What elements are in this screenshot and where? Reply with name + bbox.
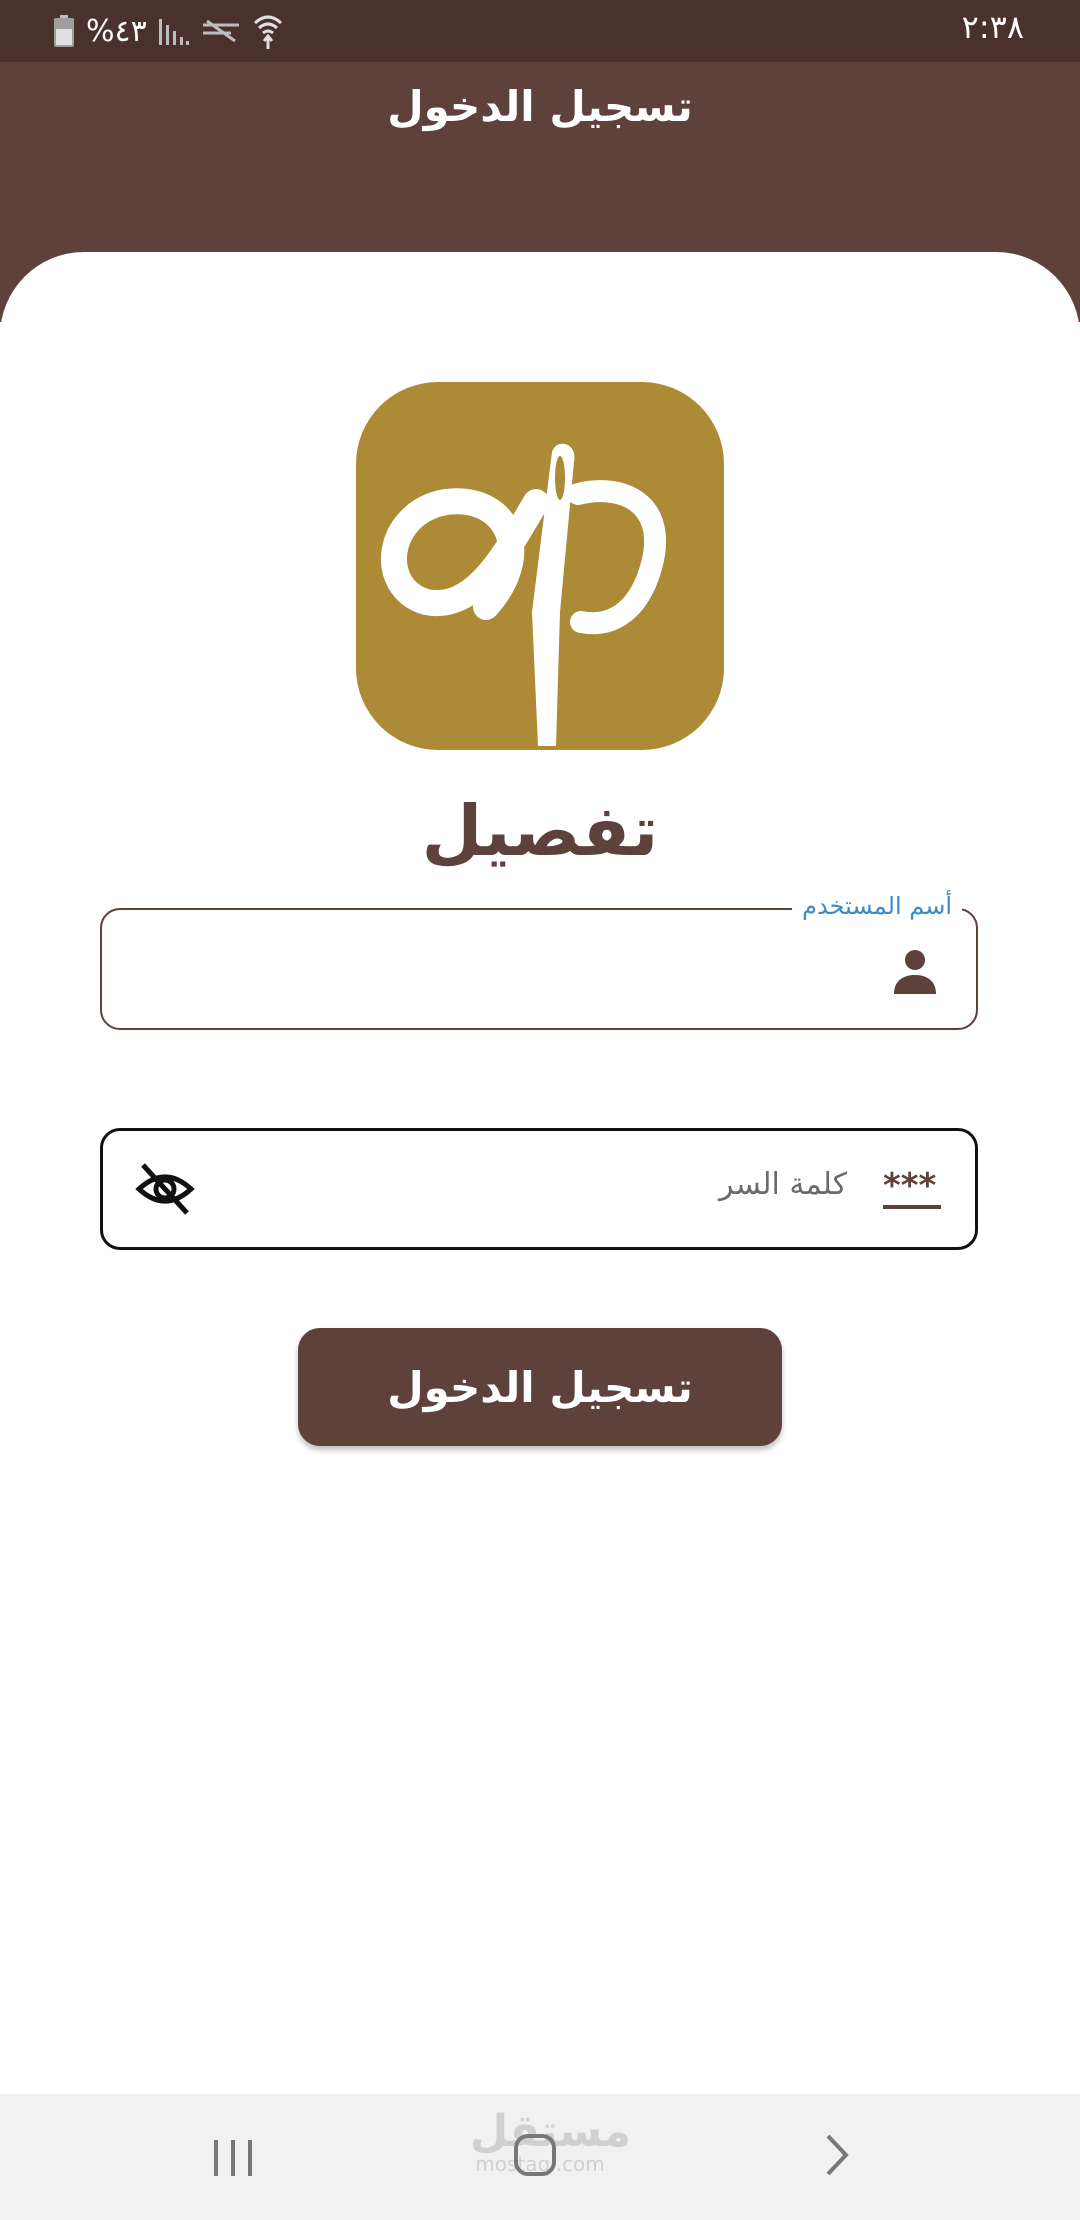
back-icon[interactable] <box>822 2132 852 2178</box>
password-placeholder: كلمة السر <box>719 1167 847 1202</box>
page-title: تسجيل الدخول <box>387 82 693 131</box>
home-icon[interactable] <box>512 2132 558 2178</box>
battery-percent: %٤٣ <box>86 13 147 49</box>
password-field[interactable]: كلمة السر *** <box>100 1128 978 1250</box>
person-icon <box>894 950 936 994</box>
wifi-icon <box>253 15 282 49</box>
status-icons: %٤٣ <box>54 10 283 52</box>
password-stars-icon: *** <box>883 1169 941 1209</box>
status-time: ٢:٣٨ <box>961 8 1024 46</box>
username-field[interactable] <box>100 908 978 1030</box>
username-label: أسم المستخدم <box>792 892 962 920</box>
svg-text:***: *** <box>883 1169 937 1206</box>
system-nav-bar: مستقل mostaql.com <box>0 2094 1080 2220</box>
app-logo <box>356 382 724 750</box>
login-button[interactable]: تسجيل الدخول <box>298 1328 782 1446</box>
eye-off-icon[interactable] <box>135 1161 195 1217</box>
status-bar: %٤٣ ٢:٣٨ <box>0 0 1080 62</box>
login-screen: %٤٣ ٢:٣٨ تسجيل الدخول تفصيل أسم المستخدم… <box>0 0 1080 2220</box>
recents-icon[interactable] <box>210 2136 256 2180</box>
no-signal-icon <box>202 19 239 43</box>
signal-icon <box>158 19 189 45</box>
needle-thread-logo <box>381 443 667 746</box>
battery-icon <box>54 15 74 47</box>
brand-name: تفصيل <box>421 790 659 872</box>
